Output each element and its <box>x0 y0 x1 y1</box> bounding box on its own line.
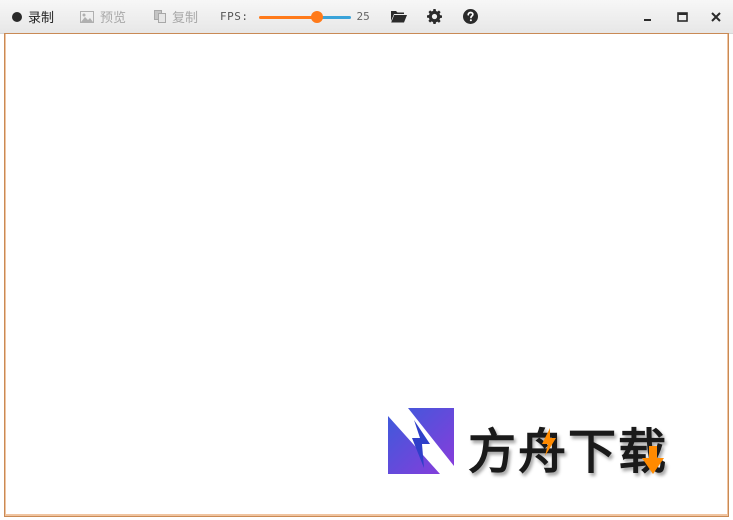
help-button[interactable] <box>460 6 482 28</box>
download-arrow-icon <box>642 446 664 474</box>
settings-button[interactable] <box>424 6 446 28</box>
fps-control: FPS: 25 <box>220 0 370 34</box>
record-button[interactable]: 录制 <box>12 0 54 34</box>
frame-border-bottom <box>4 516 729 517</box>
record-dot-icon <box>12 11 22 22</box>
help-icon <box>463 9 479 24</box>
open-folder-button[interactable] <box>388 6 410 28</box>
minimize-button[interactable] <box>631 0 665 34</box>
frame-border-right <box>728 33 729 517</box>
frame-border-left <box>4 33 5 517</box>
folder-open-icon <box>390 11 407 23</box>
fps-slider[interactable] <box>258 10 351 24</box>
fps-slider-thumb[interactable] <box>310 10 323 23</box>
preview-label: 预览 <box>100 11 127 26</box>
image-icon <box>80 10 95 23</box>
app-window: 录制 预览 复制 FPS: 25 方舟下载 <box>0 0 733 520</box>
lightning-icon <box>542 428 556 456</box>
fps-value: 25 <box>356 10 370 23</box>
maximize-icon <box>676 12 688 22</box>
close-button[interactable] <box>699 0 733 34</box>
preview-button[interactable]: 预览 <box>80 0 126 34</box>
close-icon <box>711 12 721 22</box>
minimize-icon <box>644 19 651 21</box>
watermark: 方舟下载 <box>388 408 708 480</box>
copy-label: 复制 <box>172 11 199 26</box>
window-controls <box>631 0 733 34</box>
copy-button[interactable]: 复制 <box>154 0 198 34</box>
record-label: 录制 <box>28 11 55 26</box>
fps-slider-filled-track <box>258 15 317 19</box>
frame-border-top <box>4 33 729 34</box>
fps-label: FPS: <box>220 10 249 23</box>
brand-logo-icon <box>388 408 454 474</box>
maximize-button[interactable] <box>665 0 699 34</box>
watermark-text: 方舟下载 <box>468 424 669 480</box>
copy-icon <box>154 10 167 23</box>
gear-icon <box>427 9 443 24</box>
toolbar: 录制 预览 复制 FPS: 25 <box>0 0 733 34</box>
